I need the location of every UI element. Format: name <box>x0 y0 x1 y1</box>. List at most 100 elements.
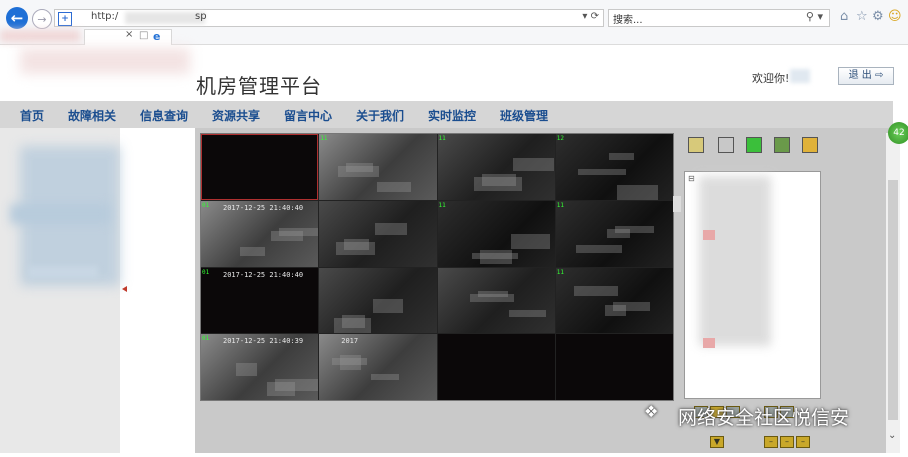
logout-label: 退 出 <box>848 70 872 81</box>
scene-shape <box>338 166 380 177</box>
camera-feed[interactable]: 11 <box>437 134 555 200</box>
camera-feed[interactable]: 11 <box>555 200 673 267</box>
fullscreen-icon[interactable] <box>774 137 790 153</box>
collapse-arrow-icon[interactable] <box>122 286 127 292</box>
camera-tree[interactable]: ⊟ <box>684 171 821 399</box>
grid-4x4-icon[interactable] <box>746 137 762 153</box>
camera-grid: 11 11 12 01 2017-12-25 21:40:40 11 11 01 2… <box>200 133 674 401</box>
camera-feed[interactable] <box>555 334 673 400</box>
camera-number: 11 <box>556 201 564 209</box>
camera-feed[interactable]: 01 2017-12-25 21:40:40 <box>201 267 319 334</box>
logout-button[interactable]: 退 出 ⇨ <box>838 67 894 85</box>
grid-2x2-icon[interactable] <box>688 137 704 153</box>
nav-item-home[interactable]: 首页 <box>20 107 44 124</box>
forward-arrow-icon[interactable]: → <box>32 9 52 29</box>
camera-feed[interactable] <box>437 267 555 334</box>
scene-shape <box>577 169 626 175</box>
close-tab-icon[interactable]: × <box>125 29 133 40</box>
url-prefix: http:/ <box>91 11 119 22</box>
camera-feed[interactable]: 01 2017-12-25 21:40:40 <box>201 200 319 267</box>
page-title: 机房管理平台 <box>196 74 322 98</box>
nav-item-about-us[interactable]: 关于我们 <box>356 107 404 124</box>
camera-feed[interactable]: 01 2017-12-25 21:40:39 <box>201 334 319 400</box>
ptz-down-icon[interactable]: ▼ <box>710 436 724 448</box>
focus-minus-icon[interactable]: – <box>764 436 778 448</box>
camera-number: 11 <box>438 135 446 142</box>
camera-number: 11 <box>556 268 564 276</box>
watermark-text: 网络安全社区悦信安 <box>678 407 850 429</box>
nav-item-live-monitor[interactable]: 实时监控 <box>428 107 476 124</box>
scene-shape <box>616 185 658 200</box>
folder-icon[interactable] <box>802 137 818 153</box>
grid-3x3-icon[interactable] <box>718 137 734 153</box>
nav-item-faults[interactable]: 故障相关 <box>68 107 116 124</box>
camera-number: 11 <box>438 201 446 209</box>
camera-feed[interactable] <box>319 200 437 267</box>
camera-timestamp: 2017-12-25 21:40:40 <box>223 203 304 212</box>
address-bar[interactable]: + http:/ sp ▾ ⟳ <box>54 9 604 27</box>
search-dropdown-icon[interactable]: ▾ <box>817 10 823 23</box>
scene-shape <box>473 177 522 191</box>
camera-feed[interactable]: 2017 <box>319 334 437 400</box>
scene-shape <box>608 153 634 160</box>
camera-timestamp: 2017-12-25 21:40:40 <box>223 270 304 279</box>
floating-badge[interactable]: 42 <box>888 122 908 144</box>
scroll-down-chevron-icon[interactable]: ⌄ <box>888 430 896 441</box>
search-icon[interactable]: ⚲ ▾ <box>806 10 823 23</box>
redacted-camera-list <box>699 176 771 346</box>
scene-shape <box>375 222 408 235</box>
nav-item-class-manage[interactable]: 班级管理 <box>500 107 548 124</box>
camera-feed[interactable] <box>201 134 319 200</box>
scene-shape <box>508 309 546 317</box>
camera-status-icon <box>703 338 715 348</box>
redacted-logo <box>20 48 190 74</box>
camera-feed[interactable]: 12 <box>555 134 673 200</box>
camera-feed[interactable] <box>319 267 437 334</box>
camera-status-icon <box>703 230 715 240</box>
nav-item-message-center[interactable]: 留言中心 <box>284 107 332 124</box>
scene-shape <box>606 228 630 238</box>
camera-feed[interactable]: 11 <box>437 200 555 267</box>
wechat-logo-icon: ❖ <box>644 402 659 421</box>
search-input[interactable]: 搜索... <box>613 11 643 26</box>
iris-minus-icon[interactable]: – <box>780 436 794 448</box>
scene-shape <box>604 304 626 316</box>
scene-shape <box>373 298 404 313</box>
url-suffix: sp <box>195 11 207 22</box>
camera-feed[interactable]: 11 <box>319 134 437 200</box>
camera-feed[interactable]: 11 <box>555 267 673 334</box>
scene-shape <box>471 252 518 259</box>
camera-number: 01 <box>202 201 210 209</box>
nav-item-resource-share[interactable]: 资源共享 <box>212 107 260 124</box>
new-tab-page-icon[interactable]: □ <box>139 30 148 41</box>
nav-item-info-query[interactable]: 信息查询 <box>140 107 188 124</box>
speed-minus-icon[interactable]: – <box>796 436 810 448</box>
smiley-feedback-icon[interactable]: ☺ <box>888 9 902 24</box>
welcome-text: 欢迎你! <box>752 72 790 85</box>
camera-feed[interactable] <box>437 334 555 400</box>
back-arrow-icon[interactable]: ← <box>6 7 28 29</box>
main-nav: 首页 故障相关 信息查询 资源共享 留言中心 关于我们 实时监控 班级管理 <box>0 101 893 128</box>
scrollbar-thumb[interactable] <box>888 180 898 420</box>
camera-number: 01 <box>202 268 210 276</box>
redacted-sidebar-item <box>10 204 110 224</box>
redacted-tab-area <box>0 30 80 42</box>
camera-timestamp: 2017 <box>341 337 359 346</box>
tree-root-toggle-icon[interactable]: ⊟ <box>688 174 695 183</box>
search-box[interactable]: 搜索... ⚲ ▾ <box>608 9 830 27</box>
refresh-icon[interactable]: ▾ ⟳ <box>582 11 599 22</box>
redacted-sidebar-item <box>28 266 98 278</box>
browser-tab[interactable]: × □ e <box>84 29 172 45</box>
home-icon[interactable]: ⌂ <box>840 9 848 24</box>
logout-icon: ⇨ <box>874 70 884 81</box>
camera-number: 01 <box>202 335 210 343</box>
scene-shape <box>510 233 550 249</box>
favorites-star-icon[interactable]: ☆ <box>856 9 868 24</box>
scene-shape <box>332 358 368 366</box>
scene-shape <box>575 244 622 253</box>
ie-browser-icon[interactable]: e <box>153 30 165 43</box>
settings-gear-icon[interactable]: ⚙ <box>872 9 884 24</box>
scene-shape <box>236 363 257 377</box>
scene-shape <box>334 317 372 333</box>
tree-collapse-handle[interactable] <box>673 196 681 212</box>
